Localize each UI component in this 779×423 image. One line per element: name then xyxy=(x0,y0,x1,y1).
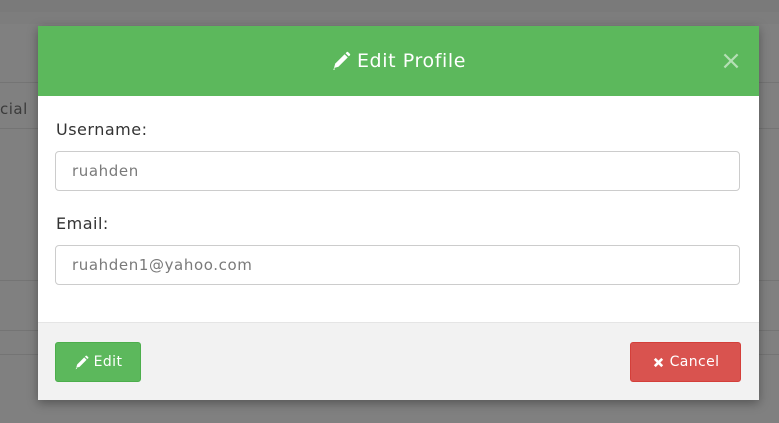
email-input[interactable] xyxy=(55,245,740,285)
backdrop-top-strip xyxy=(0,0,779,12)
username-label: Username: xyxy=(56,120,148,139)
edit-button[interactable]: Edit xyxy=(55,342,141,382)
modal-body: Username: Email: xyxy=(38,96,759,322)
modal-header: Edit Profile × xyxy=(38,26,759,96)
email-label: Email: xyxy=(56,214,109,233)
modal-title-text: Edit Profile xyxy=(356,50,467,72)
close-icon xyxy=(652,356,665,369)
edit-button-label: Edit xyxy=(93,354,123,370)
username-input[interactable] xyxy=(55,151,740,191)
modal-title: Edit Profile xyxy=(38,26,759,96)
edit-profile-modal: Edit Profile × Username: Email: Edit xyxy=(38,26,759,400)
cancel-button-label: Cancel xyxy=(669,354,720,370)
pencil-icon xyxy=(331,51,351,71)
cancel-button[interactable]: Cancel xyxy=(630,342,741,382)
pencil-icon xyxy=(74,355,89,370)
backdrop-text: cial xyxy=(0,100,28,118)
modal-footer: Edit Cancel xyxy=(38,322,759,400)
close-icon[interactable]: × xyxy=(719,48,743,74)
